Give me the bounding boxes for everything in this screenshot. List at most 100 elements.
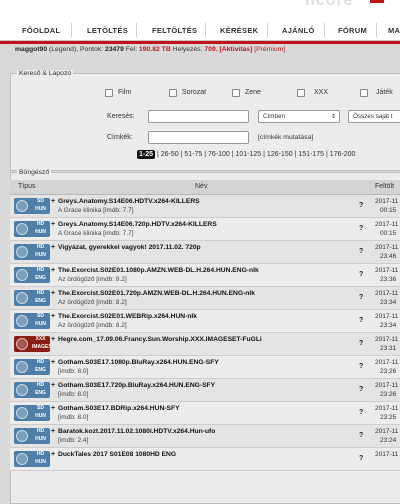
thumb-label: HD xyxy=(36,290,45,296)
page-link[interactable]: 26-50 xyxy=(161,151,179,158)
expand-icon[interactable]: + xyxy=(51,244,55,251)
nav-item-fooldal[interactable]: FŐOLDAL xyxy=(22,26,60,35)
category-thumbnail[interactable]: HD ENG xyxy=(14,382,50,398)
category-label-xxx: XXX xyxy=(314,89,329,96)
info-icon[interactable]: ? xyxy=(359,409,363,416)
column-header-uploaded[interactable]: Feltölt xyxy=(375,183,394,190)
info-icon[interactable]: ? xyxy=(359,202,363,209)
upload-time: 23:31 xyxy=(380,345,397,352)
page-link[interactable]: 51-75 xyxy=(184,151,202,158)
page-current[interactable]: 1-25 xyxy=(137,150,156,159)
torrent-title[interactable]: The.Exorcist.S02E01.1080p.AMZN.WEB-DL.H.… xyxy=(58,267,259,274)
username[interactable]: maggot90 xyxy=(15,46,47,53)
site-logo[interactable]: ncore xyxy=(305,0,354,10)
expand-icon[interactable]: + xyxy=(51,290,55,297)
nav-item-more[interactable]: MAN xyxy=(388,26,400,35)
torrent-title[interactable]: Baratok.kozt.2017.11.02.1080i.HDTV.x264.… xyxy=(58,428,215,435)
expand-icon[interactable]: + xyxy=(51,428,55,435)
thumb-label: HD xyxy=(36,244,45,250)
info-icon[interactable]: ? xyxy=(359,248,363,255)
torrent-title[interactable]: DuckTales 2017 S01E08 1080HD ENG xyxy=(58,451,176,458)
category-checkbox-xxx[interactable] xyxy=(297,89,305,97)
page-link[interactable]: 101-125 xyxy=(236,151,262,158)
expand-icon[interactable]: + xyxy=(51,359,55,366)
info-icon[interactable]: ? xyxy=(359,271,363,278)
expand-icon[interactable]: + xyxy=(51,336,55,343)
info-icon[interactable]: ? xyxy=(359,363,363,370)
expand-icon[interactable]: + xyxy=(51,198,55,205)
torrent-row[interactable]: HD ENG + The.Exorcist.S02E01.1080p.AMZN.WEB… xyxy=(10,264,400,287)
category-checkbox-film[interactable] xyxy=(105,89,113,97)
expand-icon[interactable]: + xyxy=(51,382,55,389)
owner-type-select[interactable]: Összes saját t xyxy=(348,110,400,123)
category-checkbox-sorozat[interactable] xyxy=(169,89,177,97)
expand-icon[interactable]: + xyxy=(51,267,55,274)
rank-label: Helyezés: xyxy=(172,46,203,53)
torrent-title[interactable]: Hegre.com_17.09.06.Francy.Sun.Worship.XX… xyxy=(58,336,262,343)
page-link[interactable]: 176-200 xyxy=(330,151,356,158)
info-icon[interactable]: ? xyxy=(359,317,363,324)
torrent-row[interactable]: HD ENG + Gotham.S03E17.1080p.BluRay.x264.HU… xyxy=(10,356,400,379)
search-input[interactable] xyxy=(148,110,249,123)
page-link[interactable]: 76-100 xyxy=(208,151,230,158)
torrent-title[interactable]: Gotham.S03E17.1080p.BluRay.x264.HUN.ENG-… xyxy=(58,359,219,366)
tags-input[interactable] xyxy=(148,131,249,144)
info-icon[interactable]: ? xyxy=(359,294,363,301)
info-icon[interactable]: ? xyxy=(359,225,363,232)
torrent-row[interactable]: HD HUN + DuckTales 2017 S01E08 1080HD ENG? 2… xyxy=(10,448,400,471)
torrent-row[interactable]: SD HUN + The.Exorcist.S02E01.WEBRip.x264.HU… xyxy=(10,310,400,333)
torrent-row[interactable]: HD HUN + Vigyázat, gyerekkel vagyok! 2017.1… xyxy=(10,241,400,264)
category-label-sorozat: Sorozat xyxy=(182,89,207,96)
torrent-title[interactable]: Gotham.S03E17.720p.BluRay.x264.HUN.ENG-S… xyxy=(58,382,215,389)
torrent-row[interactable]: HD HUN + Baratok.kozt.2017.11.02.1080i.HDTV… xyxy=(10,425,400,448)
torrent-title[interactable]: The.Exorcist.S02E01.WEBRip.x264.HUN-nIk xyxy=(58,313,197,320)
category-thumbnail[interactable]: HD HUN xyxy=(14,451,50,467)
torrent-title[interactable]: Greys.Anatomy.S14E06.HDTV.x264-KILLERS xyxy=(58,198,200,205)
premium-link[interactable]: [Prémium] xyxy=(254,46,285,53)
torrent-title[interactable]: Gotham.S03E17.BDRip.x264.HUN-SFY xyxy=(58,405,180,412)
category-thumbnail[interactable]: HD ENG xyxy=(14,267,50,283)
nav-item-forum[interactable]: FÓRUM xyxy=(338,26,367,35)
info-icon[interactable]: ? xyxy=(359,386,363,393)
nav-item-ajanlo[interactable]: AJÁNLÓ xyxy=(282,26,315,35)
torrent-row[interactable]: HD HUN + Greys.Anatomy.S14E06.720p.HDTV.x26… xyxy=(10,218,400,241)
category-thumbnail[interactable]: HD HUN xyxy=(14,428,50,444)
category-thumbnail[interactable]: SD HUN xyxy=(14,198,50,214)
expand-icon[interactable]: + xyxy=(51,405,55,412)
nav-item-letoltes[interactable]: LETÖLTÉS xyxy=(87,26,128,35)
torrent-row[interactable]: SD HUN + Greys.Anatomy.S14E06.HDTV.x264-KIL… xyxy=(10,195,400,218)
torrent-title[interactable]: Greys.Anatomy.S14E06.720p.HDTV.x264-KILL… xyxy=(58,221,217,228)
torrent-row[interactable]: XXX IMAGESET+Hegre.com_17.09.06.Francy.Su… xyxy=(10,333,400,356)
info-icon[interactable]: ? xyxy=(359,432,363,439)
thumb-label: HD xyxy=(36,428,45,434)
expand-icon[interactable]: + xyxy=(51,221,55,228)
category-thumbnail[interactable]: HD ENG xyxy=(14,359,50,375)
torrent-title[interactable]: The.Exorcist.S02E01.720p.AMZN.WEB-DL.H.2… xyxy=(58,290,255,297)
show-tags-link[interactable]: [címkék mutatása] xyxy=(258,134,313,141)
category-thumbnail[interactable]: SD HUN xyxy=(14,313,50,329)
info-icon[interactable]: ? xyxy=(359,340,363,347)
category-checkbox-jatek[interactable] xyxy=(360,89,368,97)
torrent-title[interactable]: Vigyázat, gyerekkel vagyok! 2017.11.02. … xyxy=(58,244,201,251)
column-header-type[interactable]: Típus xyxy=(18,183,36,190)
category-thumbnail[interactable]: HD HUN xyxy=(14,244,50,260)
column-header-name[interactable]: Név xyxy=(195,183,207,190)
category-thumbnail[interactable]: HD ENG xyxy=(14,290,50,306)
nav-item-feltoltes[interactable]: FELTÖLTÉS xyxy=(152,26,197,35)
pagination: 1-25 | 26-50 | 51-75 | 76-100 | 101-125 … xyxy=(137,150,356,159)
nav-item-keresek[interactable]: KÉRÉSEK xyxy=(220,26,258,35)
expand-icon[interactable]: + xyxy=(51,313,55,320)
page-link[interactable]: 151-175 xyxy=(298,151,324,158)
category-thumbnail[interactable]: XXX IMAGESET xyxy=(14,336,50,352)
page-link[interactable]: 126-150 xyxy=(267,151,293,158)
search-field-select[interactable]: Címben ⇕ xyxy=(258,110,340,123)
expand-icon[interactable]: + xyxy=(51,451,55,458)
torrent-row[interactable]: SD HUN + Gotham.S03E17.BDRip.x264.HUN-SFY [i… xyxy=(10,402,400,425)
info-icon[interactable]: ? xyxy=(359,455,363,462)
torrent-row[interactable]: HD ENG + The.Exorcist.S02E01.720p.AMZN.WEB-… xyxy=(10,287,400,310)
activity-link[interactable]: [Aktivitás] xyxy=(219,46,252,53)
category-thumbnail[interactable]: HD HUN xyxy=(14,221,50,237)
category-checkbox-zene[interactable] xyxy=(232,89,240,97)
category-thumbnail[interactable]: SD HUN xyxy=(14,405,50,421)
torrent-row[interactable]: HD ENG + Gotham.S03E17.720p.BluRay.x264.HUN… xyxy=(10,379,400,402)
